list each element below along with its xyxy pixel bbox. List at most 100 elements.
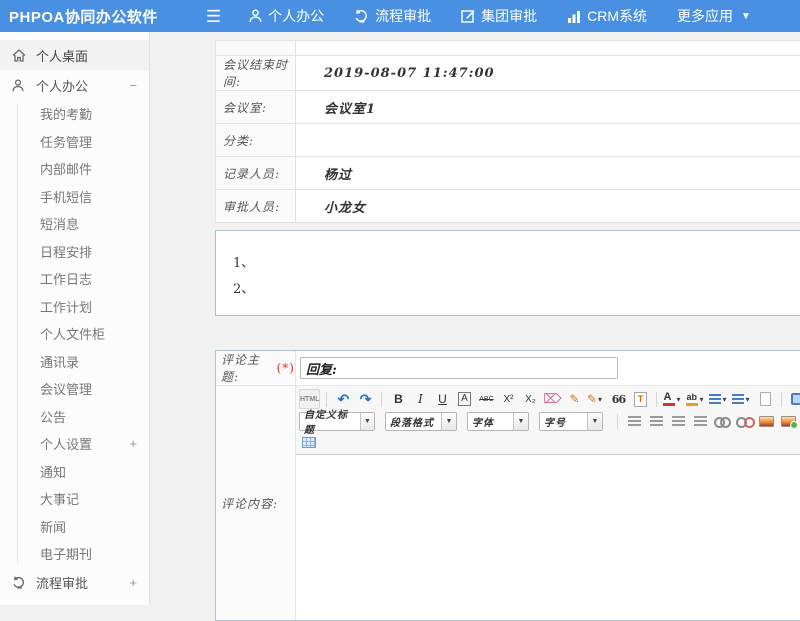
nav-more-apps[interactable]: 更多应用 ▼	[677, 6, 751, 26]
paragraph-format-select[interactable]: 段落格式▼	[385, 412, 457, 431]
meeting-content-box: 1、 2、	[215, 230, 800, 316]
upload-image-button[interactable]	[778, 411, 798, 431]
field-label: 记录人员:	[216, 157, 296, 190]
format-painter-button[interactable]: ✎▾	[586, 389, 606, 409]
meeting-detail-table: 会议结束时间: 2019-08-07 11:47:00 会议室: 会议室1 分类…	[215, 40, 800, 223]
clean-format-button[interactable]: ✎	[564, 389, 584, 409]
sidebar-item-personal-desktop[interactable]: 个人桌面	[0, 40, 149, 70]
caret-down-icon: ▼	[741, 11, 751, 22]
toolbar-divider	[656, 392, 657, 407]
sidebar-group-workflow-approval[interactable]: 流程审批 +	[0, 568, 149, 598]
align-center-button[interactable]	[646, 411, 666, 431]
field-label: 会议室:	[216, 91, 296, 124]
font-family-select[interactable]: 字体▼	[467, 412, 529, 431]
main-content: 会议结束时间: 2019-08-07 11:47:00 会议室: 会议室1 分类…	[150, 32, 800, 605]
table-row: 审批人员: 小龙女	[216, 190, 800, 223]
nav-workflow-approval[interactable]: 流程审批	[354, 6, 431, 26]
eraser-button[interactable]: ⌦	[542, 389, 562, 409]
font-color-button[interactable]: A▾	[663, 389, 684, 409]
sidebar-item-announcement[interactable]: 公告	[0, 403, 149, 431]
italic-button[interactable]: I	[410, 389, 430, 409]
sidebar-item-major-events[interactable]: 大事记	[0, 485, 149, 513]
history-icon	[354, 9, 369, 23]
unordered-list-button[interactable]: ▾	[732, 389, 753, 409]
custom-heading-select[interactable]: 自定义标题▼	[299, 412, 375, 431]
underline-button[interactable]: U	[432, 389, 452, 409]
preview-button[interactable]	[788, 389, 800, 409]
caret-down-icon: ▾	[745, 395, 753, 404]
field-label: 分类:	[216, 124, 296, 157]
toolbar-divider	[617, 414, 618, 429]
content-line: 1、	[233, 251, 800, 277]
insert-image-button[interactable]	[756, 411, 776, 431]
superscript-button[interactable]: X²	[498, 389, 518, 409]
sidebar-group-personal-office[interactable]: 个人办公 −	[0, 70, 149, 100]
sidebar-item-meeting-management[interactable]: 会议管理	[0, 375, 149, 403]
font-size-select[interactable]: 字号▼	[539, 412, 603, 431]
sidebar-item-schedule[interactable]: 日程安排	[0, 238, 149, 266]
top-navigation-bar: PHPOA协同办公软件 ☰ 个人办公 流程审批 集团审批 CRM系统 更多应用 …	[0, 0, 800, 32]
nav-personal-office[interactable]: 个人办公	[249, 6, 324, 26]
sidebar-item-notice[interactable]: 通知	[0, 458, 149, 486]
caret-down-icon: ▼	[587, 413, 602, 430]
field-value: 会议室1	[296, 91, 800, 124]
table-row: 分类:	[216, 124, 800, 157]
field-label: 会议结束时间:	[216, 56, 296, 91]
link-icon	[714, 416, 730, 426]
field-value	[296, 124, 800, 157]
ordered-list-button[interactable]: ▾	[709, 389, 730, 409]
nav-group-approval[interactable]: 集团审批	[461, 6, 537, 26]
sidebar-item-internal-mail[interactable]: 内部邮件	[0, 155, 149, 183]
hamburger-menu-icon[interactable]: ☰	[206, 8, 221, 25]
remove-link-button[interactable]	[734, 411, 754, 431]
editor-content-area[interactable]	[296, 455, 800, 620]
insert-table-button[interactable]	[299, 432, 319, 452]
comment-subject-input[interactable]	[300, 357, 618, 379]
align-left-button[interactable]	[624, 411, 644, 431]
table-row	[216, 41, 800, 56]
sidebar-submenu: 我的考勤 任务管理 内部邮件 手机短信 短消息 日程安排 工作日志 工作计划 个…	[0, 100, 149, 568]
table-icon	[302, 437, 316, 448]
table-row: 记录人员: 杨过	[216, 157, 800, 190]
subscript-button[interactable]: X₂	[520, 389, 540, 409]
collapse-icon[interactable]: −	[129, 78, 137, 93]
field-label: 审批人员:	[216, 190, 296, 223]
expand-icon[interactable]: +	[129, 436, 137, 451]
sidebar-item-contacts[interactable]: 通讯录	[0, 348, 149, 376]
blockquote-button[interactable]: 66	[608, 389, 628, 409]
sidebar-item-personal-settings[interactable]: 个人设置+	[0, 430, 149, 458]
new-page-button[interactable]	[755, 389, 775, 409]
sidebar-item-my-attendance[interactable]: 我的考勤	[0, 100, 149, 128]
sidebar-item-mobile-sms[interactable]: 手机短信	[0, 183, 149, 211]
page-icon	[760, 392, 771, 406]
paste-from-word-button[interactable]: T	[630, 389, 650, 409]
caret-down-icon: ▼	[513, 413, 528, 430]
comment-content-row: 评论内容: HTML ↶ ↷ B I U A	[216, 386, 800, 620]
justify-button[interactable]	[690, 411, 710, 431]
strikethrough-button[interactable]: ABC	[476, 389, 496, 409]
comment-subject-row: 评论主题: (*)	[216, 351, 800, 386]
sidebar-item-e-journal[interactable]: 电子期刊	[0, 540, 149, 568]
sidebar-item-work-plan[interactable]: 工作计划	[0, 293, 149, 321]
sidebar-item-short-message[interactable]: 短消息	[0, 210, 149, 238]
highlight-color-button[interactable]: ab▾	[686, 389, 707, 409]
sidebar-item-news[interactable]: 新闻	[0, 513, 149, 541]
sidebar-item-work-diary[interactable]: 工作日志	[0, 265, 149, 293]
font-style-button[interactable]: A	[454, 389, 474, 409]
toolbar-divider	[381, 392, 382, 407]
nav-crm-system[interactable]: CRM系统	[567, 6, 647, 26]
field-value: 小龙女	[296, 190, 800, 223]
bar-chart-icon	[567, 10, 581, 23]
insert-link-button[interactable]	[712, 411, 732, 431]
sidebar-item-task-management[interactable]: 任务管理	[0, 128, 149, 156]
history-icon	[12, 576, 27, 589]
expand-icon[interactable]: +	[129, 575, 137, 590]
comment-form: 评论主题: (*) 评论内容: HTML ↶	[215, 350, 800, 621]
align-right-button[interactable]	[668, 411, 688, 431]
bold-button[interactable]: B	[388, 389, 408, 409]
table-row: 会议室: 会议室1	[216, 91, 800, 124]
comment-subject-label: 评论主题: (*)	[216, 351, 296, 385]
sidebar-item-personal-files[interactable]: 个人文件柜	[0, 320, 149, 348]
person-icon	[12, 79, 27, 92]
content-line: 2、	[233, 277, 800, 303]
